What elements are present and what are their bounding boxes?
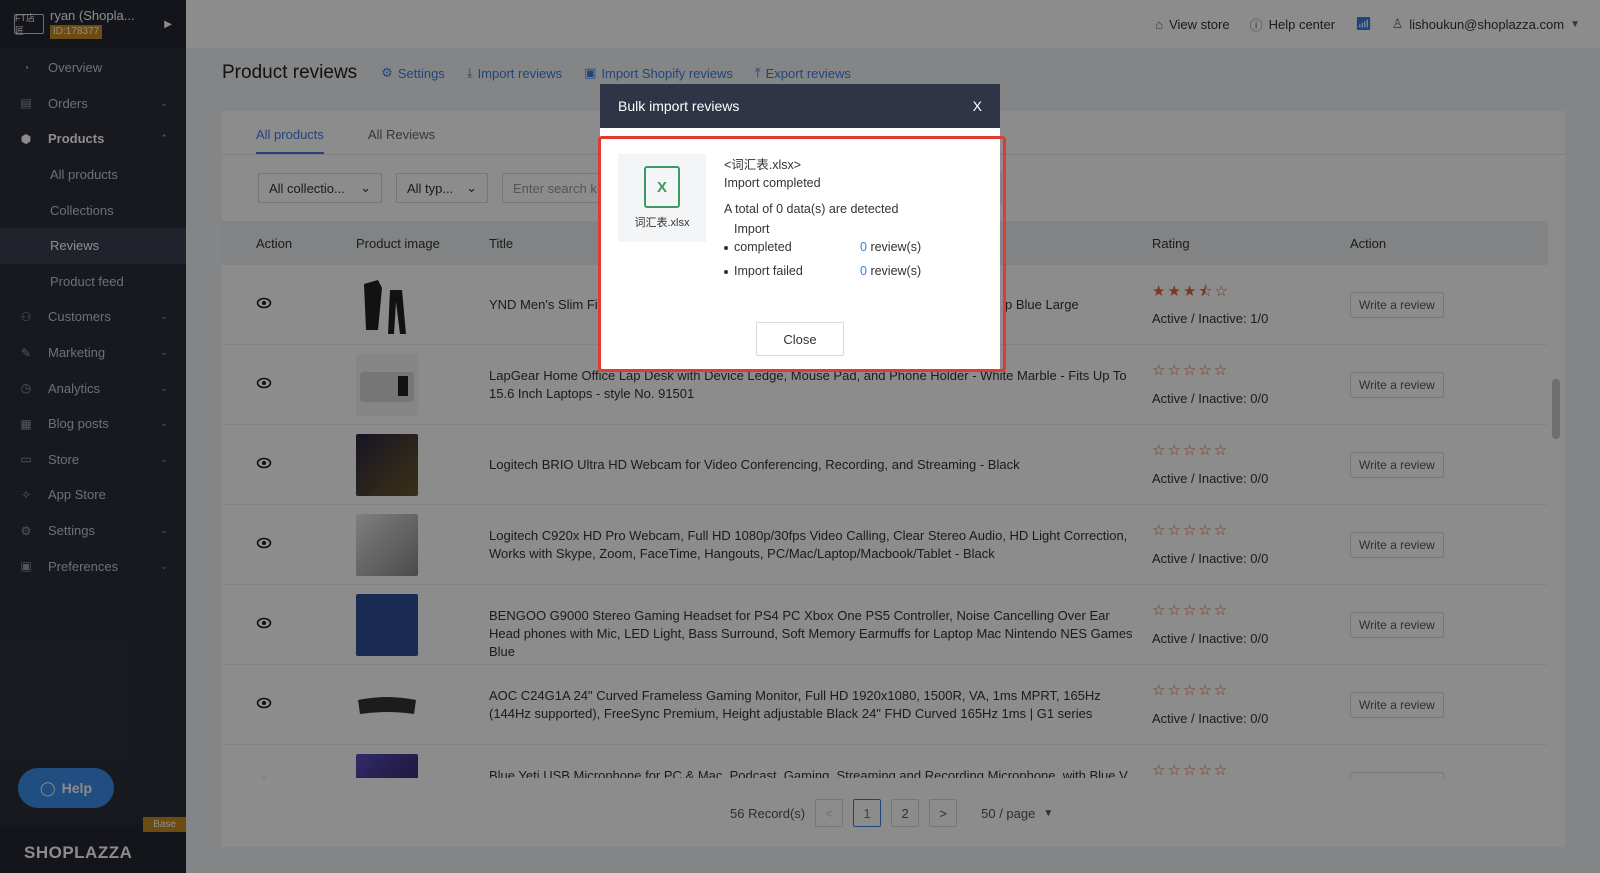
dialog-header: Bulk import reviews X [600,84,1000,128]
close-icon[interactable]: X [973,98,982,114]
highlight-box [598,136,1006,372]
dialog-title: Bulk import reviews [618,98,740,114]
bulk-import-dialog: Bulk import reviews X X 词汇表.xlsx <词汇表.xl… [598,84,1006,372]
